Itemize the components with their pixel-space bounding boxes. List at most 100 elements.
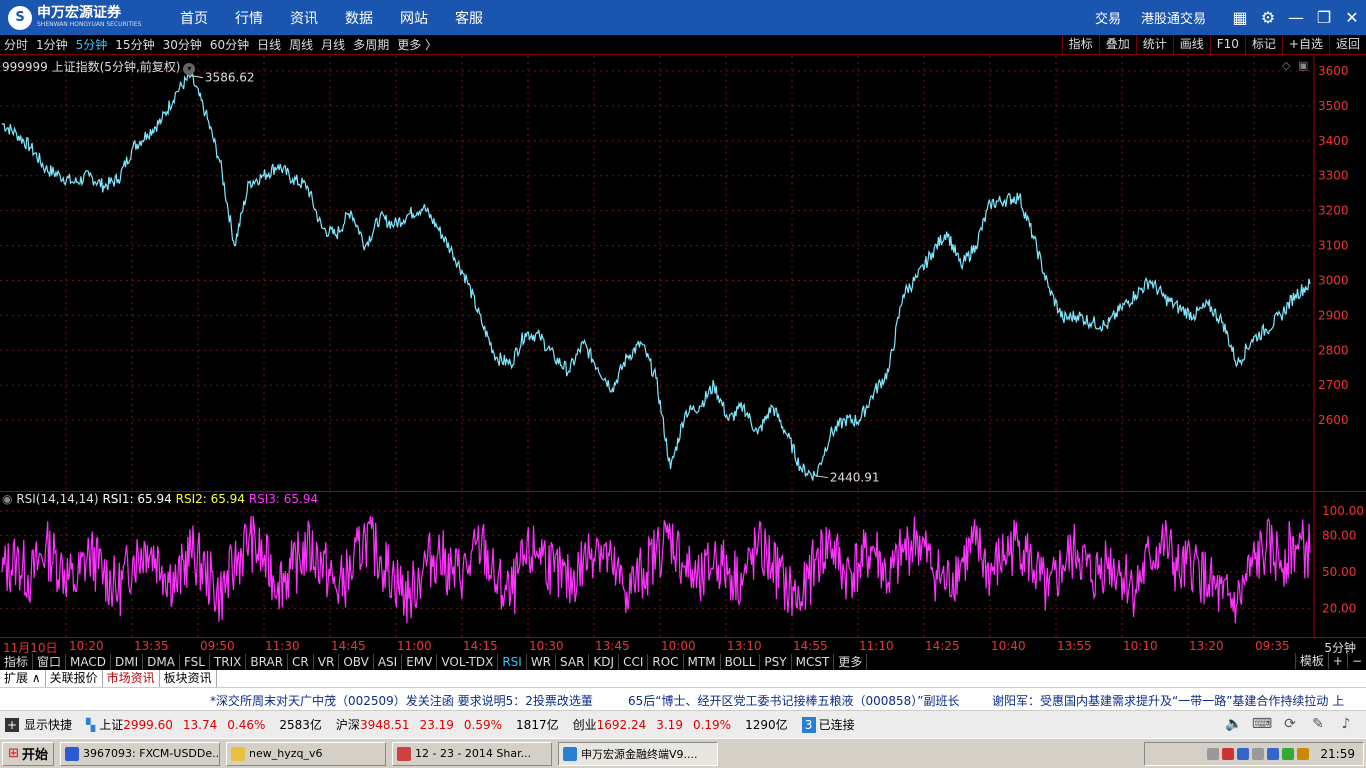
sh-index-value: 2999.60 (123, 717, 173, 732)
tray-icon[interactable] (1282, 748, 1295, 760)
indicator-tab[interactable]: EMV (402, 653, 438, 670)
nav-item[interactable]: 行情 (235, 8, 263, 28)
price-tick-label: 2600 (1318, 413, 1349, 427)
tool-button[interactable]: +自选 (1281, 35, 1329, 54)
nav-item[interactable]: 数据 (345, 8, 373, 28)
indicator-tab[interactable]: 更多 (834, 653, 868, 670)
bell-icon[interactable]: ♪ (1332, 716, 1360, 732)
pen-icon[interactable]: ✎ (1304, 716, 1332, 732)
ext-tab[interactable]: 市场资讯 (103, 670, 160, 687)
indicator-tab[interactable]: ASI (374, 653, 403, 670)
ext-tab[interactable]: 板块资讯 (160, 670, 217, 687)
indicator-control-button[interactable]: 模板 (1294, 653, 1328, 669)
indicator-tab[interactable]: 指标 (0, 653, 34, 670)
tool-button[interactable]: 标记 (1244, 35, 1282, 54)
panel-icon[interactable]: ▣ (1298, 59, 1308, 72)
keyboard-icon[interactable]: ⌨ (1248, 716, 1276, 732)
indicator-tab[interactable]: WR (527, 653, 557, 670)
indicator-tab[interactable]: PSY (760, 653, 792, 670)
news-item[interactable]: 谢阳军：受惠国内基建需求提升及“一带一路”基建合作持续拉动 上 (992, 692, 1344, 709)
ext-tab[interactable]: 扩展 ∧ (0, 670, 46, 687)
tool-button[interactable]: F10 (1209, 35, 1245, 54)
indicator-tab[interactable]: CR (288, 653, 314, 670)
speaker-icon[interactable]: 🔈 (1220, 716, 1248, 732)
diamond-icon[interactable]: ◇ (1282, 59, 1291, 72)
tool-button[interactable]: 返回 (1328, 35, 1366, 54)
period-tab[interactable]: 30分钟 (159, 36, 206, 53)
period-tab[interactable]: 60分钟 (206, 36, 253, 53)
indicator-tab[interactable]: OBV (339, 653, 374, 670)
news-item[interactable]: 65后“博士、经开区党工委书记接棒五粮液（000858）”副班长 (628, 692, 960, 709)
indicator-tab[interactable]: MTM (684, 653, 721, 670)
period-tab[interactable]: 15分钟 (111, 36, 158, 53)
tool-button[interactable]: 画线 (1172, 35, 1210, 54)
price-tick-label: 3100 (1318, 239, 1349, 253)
tool-button[interactable]: 统计 (1135, 35, 1173, 54)
indicator-tab[interactable]: VR (314, 653, 340, 670)
refresh-icon[interactable]: ⟳ (1276, 716, 1304, 732)
taskbar-task[interactable]: 申万宏源金融终端V9.... (558, 741, 718, 766)
period-tab[interactable]: 1分钟 (32, 36, 72, 53)
minimize-icon[interactable]: — (1282, 8, 1310, 27)
price-tick-label: 3500 (1318, 99, 1349, 113)
indicator-tab[interactable]: ROC (648, 653, 684, 670)
indicator-tab[interactable]: FSL (180, 653, 210, 670)
tray-icon[interactable] (1252, 748, 1265, 760)
ext-tab[interactable]: 关联报价 (46, 670, 103, 687)
chevron-down-icon[interactable]: ▾ (183, 63, 196, 75)
close-icon[interactable]: ✕ (1338, 8, 1366, 27)
indicator-tab[interactable]: CCI (619, 653, 649, 670)
indicator-tab[interactable]: VOL-TDX (437, 653, 499, 670)
indicator-tab[interactable]: TRIX (210, 653, 247, 670)
price-chart[interactable]: 3600 3500 3400 3300 3200 3100 3000 2900 2800 2700… (0, 56, 1366, 490)
indicator-tab[interactable]: BRAR (246, 653, 289, 670)
plus-icon[interactable]: + (5, 717, 19, 732)
period-tab[interactable]: 周线 (285, 36, 317, 53)
nav-item[interactable]: 资讯 (290, 8, 318, 28)
indicator-control-button[interactable]: + (1327, 653, 1347, 669)
indicator-tab[interactable]: DMA (143, 653, 180, 670)
tray-icon[interactable] (1207, 748, 1220, 760)
tool-button[interactable]: 指标 (1061, 35, 1099, 54)
indicator-tab[interactable]: DMI (111, 653, 144, 670)
nav-item[interactable]: 客服 (455, 8, 483, 28)
price-tick-label: 2800 (1318, 343, 1349, 357)
rsi-collapse-icon[interactable]: ◉ (2, 492, 12, 506)
period-tab[interactable]: 日线 (253, 36, 285, 53)
tray-icon[interactable] (1297, 748, 1310, 760)
gear-icon[interactable]: ⚙ (1254, 8, 1282, 27)
start-button[interactable]: ⊞ 开始 (2, 741, 54, 766)
indicator-tab[interactable]: MACD (66, 653, 112, 670)
indicator-tab[interactable]: BOLL (721, 653, 761, 670)
tray-icon[interactable] (1267, 748, 1280, 760)
trade-link[interactable]: 交易 (1095, 8, 1121, 27)
period-tab[interactable]: 分时 (0, 36, 32, 53)
tray-icon[interactable] (1222, 748, 1235, 760)
indicator-tab[interactable]: RSI (498, 653, 527, 670)
nav-item[interactable]: 网站 (400, 8, 428, 28)
taskbar-task[interactable]: 12 - 23 - 2014 Shar... (392, 741, 552, 766)
period-tab[interactable]: 5分钟 (72, 36, 112, 53)
news-item[interactable]: *深交所周末对天广中茂（002509）发关注函 要求说明5：2投票改选董 (210, 692, 593, 709)
indicator-control-button[interactable]: − (1346, 653, 1366, 669)
indicator-tab[interactable]: KDJ (589, 653, 620, 670)
grid-icon[interactable]: ▦ (1226, 8, 1254, 27)
indicator-tab[interactable]: 窗口 (33, 653, 67, 670)
taskbar-task[interactable]: new_hyzq_v6 (226, 741, 386, 766)
period-tab[interactable]: 多周期 (349, 36, 393, 53)
taskbar-task[interactable]: 3967093: FXCM-USDDe... (60, 741, 220, 766)
indicator-tabs: 指标 窗口 MACD DMI DMA FSL TRIX BRAR CR VR OBV ASI EMV VO… (0, 653, 1366, 670)
indicator-tab[interactable]: SAR (556, 653, 590, 670)
tool-button[interactable]: 叠加 (1098, 35, 1136, 54)
rsi-chart[interactable]: 100.00 80.00 50.00 20.00 (0, 491, 1366, 637)
period-tab[interactable]: 月线 (317, 36, 349, 53)
hk-trade-link[interactable]: 港股通交易 (1141, 8, 1206, 27)
period-tab[interactable]: 更多 〉 (393, 36, 441, 53)
nav-item[interactable]: 首页 (180, 8, 208, 28)
indicator-tab[interactable]: MCST (792, 653, 835, 670)
rsi-tick-label: 100.00 (1322, 504, 1364, 518)
quick-toggle[interactable]: 显示快捷 (24, 716, 72, 733)
restore-icon[interactable]: ❐ (1310, 8, 1338, 27)
tray-icon[interactable] (1237, 748, 1250, 760)
sz-index-pct: 0.59% (463, 717, 503, 732)
